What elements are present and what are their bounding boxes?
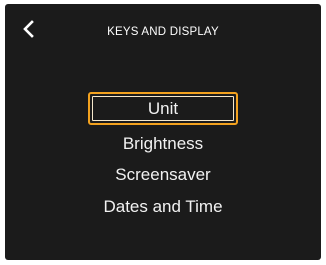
menu-item-brightness[interactable]: Brightness bbox=[123, 134, 203, 154]
menu-item-dates-and-time[interactable]: Dates and Time bbox=[103, 197, 222, 217]
device-screen: KEYS AND DISPLAY Unit Brightness Screens… bbox=[5, 4, 321, 260]
page-title: KEYS AND DISPLAY bbox=[107, 26, 219, 38]
menu-item-label: Screensaver bbox=[115, 165, 211, 184]
menu-item-unit[interactable]: Unit bbox=[88, 92, 238, 125]
menu-item-label: Dates and Time bbox=[103, 197, 223, 216]
menu-item-screensaver[interactable]: Screensaver bbox=[115, 165, 210, 185]
menu-item-label: Unit bbox=[147, 98, 179, 118]
menu-item-label: Brightness bbox=[122, 134, 204, 153]
